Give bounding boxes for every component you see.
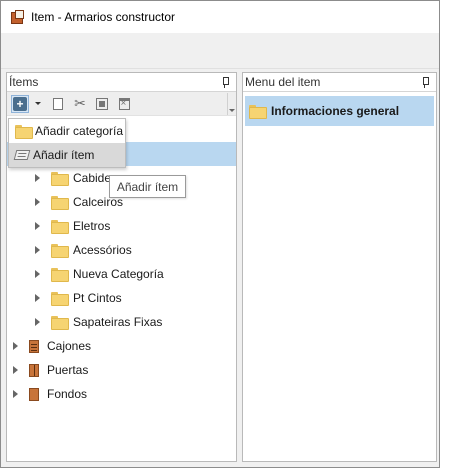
expand-arrow-icon[interactable]	[11, 388, 19, 400]
drawer-cabinet-icon	[29, 339, 39, 353]
menu-item-label: Añadir categoría	[35, 124, 124, 138]
chevron-down-icon	[35, 102, 41, 105]
toolbar-overflow-button[interactable]	[227, 93, 235, 115]
tree-item-label: Sapateiras Fixas	[73, 315, 163, 329]
title-bar: Item - Armarios constructor	[1, 1, 439, 33]
items-panel-title: Ítems	[9, 75, 39, 89]
window-title: Item - Armarios constructor	[31, 10, 176, 24]
folder-icon	[51, 268, 69, 282]
item-menu-panel: Menu del item Informaciones general	[242, 72, 437, 462]
tree-item-subcategory[interactable]: Sapateiras Fixas	[7, 310, 236, 334]
tree-item-category-fondos[interactable]: Fondos	[7, 382, 236, 406]
tree-item-label: Puertas	[47, 363, 89, 377]
tree-item-subcategory[interactable]: Nueva Categoría	[7, 262, 236, 286]
duplicate-icon	[96, 97, 108, 110]
tree-item-subcategory[interactable]: Eletros	[7, 214, 236, 238]
tooltip: Añadir ítem	[109, 175, 186, 198]
tree-item-label: Eletros	[73, 219, 111, 233]
expand-arrow-icon[interactable]	[11, 340, 19, 352]
expand-arrow-icon[interactable]	[33, 244, 41, 256]
duplicate-button[interactable]	[93, 95, 111, 113]
expand-arrow-icon[interactable]	[33, 316, 41, 328]
pin-icon[interactable]	[420, 76, 430, 88]
folder-icon	[51, 220, 69, 234]
folder-icon	[51, 292, 69, 306]
tree-item-label: Pt Cintos	[73, 291, 122, 305]
folder-icon	[15, 125, 33, 139]
plus-icon: +	[13, 96, 27, 111]
chevron-down-icon	[228, 109, 235, 112]
items-toolbar: + ✂	[7, 92, 236, 116]
trash-icon	[118, 97, 130, 110]
expand-arrow-icon[interactable]	[33, 268, 41, 280]
folder-icon	[51, 316, 69, 330]
tree-item-label: Cabide	[73, 171, 112, 185]
folder-icon	[51, 244, 69, 258]
tree-item-subcategory[interactable]: Pt Cintos	[7, 286, 236, 310]
tree-item-category-cajones[interactable]: Cajones	[7, 334, 236, 358]
tree-item-subcategory[interactable]: Acessórios	[7, 238, 236, 262]
expand-arrow-icon[interactable]	[33, 196, 41, 208]
add-dropdown-arrow[interactable]	[33, 95, 43, 113]
tree-item-label: Fondos	[47, 387, 88, 401]
menu-item-add-item[interactable]: Añadir ítem	[9, 143, 125, 167]
tree-item-category-puertas[interactable]: Puertas	[7, 358, 236, 382]
tree-item-label: Nueva Categoría	[73, 267, 164, 281]
menu-entry-label: Informaciones general	[271, 104, 400, 118]
expand-arrow-icon[interactable]	[11, 364, 19, 376]
tree-item-label: Acessórios	[73, 243, 132, 257]
copy-button[interactable]	[49, 94, 67, 113]
folder-icon	[51, 172, 69, 186]
folder-icon	[51, 196, 69, 210]
expand-arrow-icon[interactable]	[33, 220, 41, 232]
items-panel-header: Ítems	[7, 73, 236, 92]
add-dropdown-menu: Añadir categoría Añadir ítem	[8, 118, 126, 168]
menu-entry-informaciones-general[interactable]: Informaciones general	[245, 96, 434, 126]
item-icon	[13, 150, 31, 160]
copy-icon	[50, 94, 63, 110]
delete-button[interactable]	[115, 95, 133, 113]
item-menu-panel-header: Menu del item	[243, 73, 436, 92]
cut-button[interactable]: ✂	[71, 95, 89, 113]
top-toolbar-strip	[1, 33, 439, 69]
scissors-icon: ✂	[74, 95, 86, 111]
folder-icon	[249, 105, 267, 119]
door-cabinet-icon	[29, 363, 39, 377]
menu-item-add-category[interactable]: Añadir categoría	[9, 119, 125, 143]
expand-arrow-icon[interactable]	[33, 172, 41, 184]
add-button[interactable]: +	[11, 94, 29, 113]
item-menu-panel-title: Menu del item	[245, 75, 321, 89]
back-panel-icon	[29, 387, 39, 401]
tree-item-label: Cajones	[47, 339, 92, 353]
app-icon	[11, 10, 25, 24]
expand-arrow-icon[interactable]	[33, 292, 41, 304]
pin-icon[interactable]	[220, 76, 230, 88]
menu-item-label: Añadir ítem	[33, 148, 95, 162]
